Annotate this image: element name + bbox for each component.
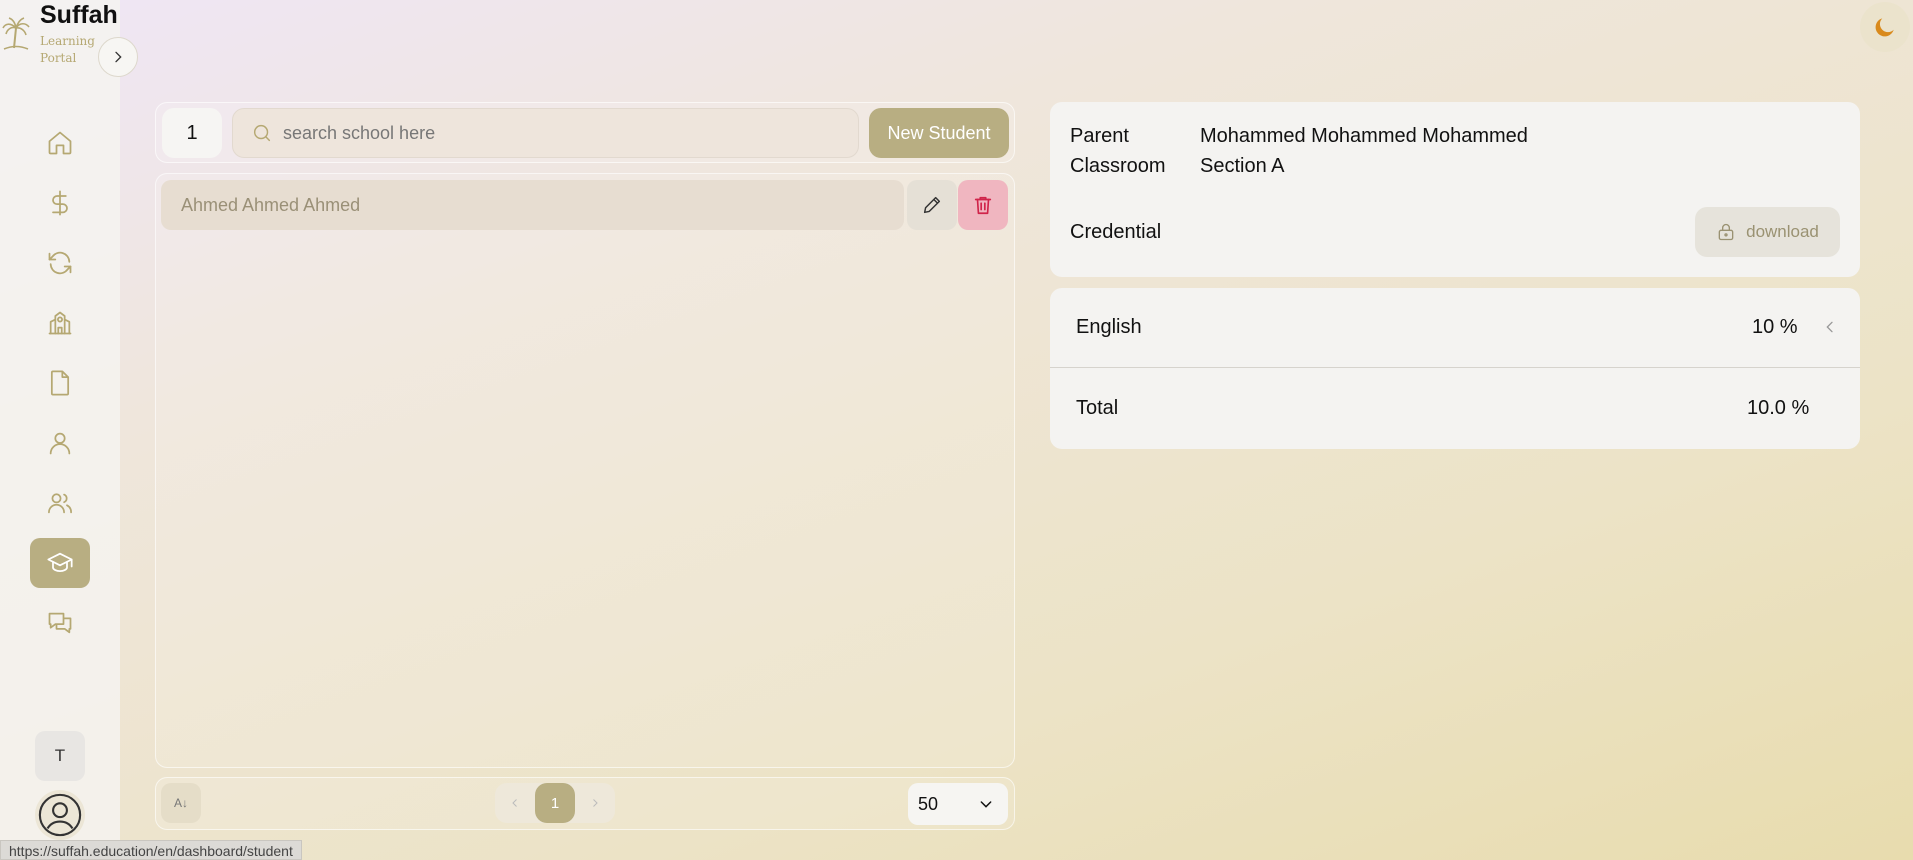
chevron-right-icon — [593, 799, 598, 807]
graduation-cap-icon — [47, 552, 73, 573]
previous-page-button[interactable] — [501, 789, 529, 817]
grade-subject: English — [1076, 316, 1142, 338]
total-label: Total — [1076, 397, 1119, 419]
status-bar-url: https://suffah.education/en/dashboard/st… — [0, 840, 302, 860]
avatar[interactable] — [35, 790, 85, 840]
sidebar: Suffah Learning Portal T — [0, 0, 120, 860]
sidebar-item-documents[interactable] — [30, 358, 90, 408]
moon-icon — [1875, 18, 1894, 37]
sort-label: A↓ — [173, 796, 188, 810]
sidebar-toggle-button[interactable] — [98, 37, 138, 77]
page-number-button[interactable]: 1 — [535, 783, 575, 823]
search-icon — [253, 124, 271, 142]
users-icon — [48, 493, 72, 514]
user-icon — [49, 432, 71, 455]
theme-toggle-button[interactable] — [1860, 2, 1910, 52]
palm-tree-logo-icon — [2, 17, 30, 50]
next-page-button[interactable] — [581, 789, 609, 817]
new-student-button[interactable]: New Student — [869, 108, 1009, 158]
per-page-select[interactable]: 50 — [908, 783, 1008, 825]
chevron-left-icon — [512, 799, 517, 807]
classroom-label: Classroom — [1070, 155, 1166, 177]
edit-button[interactable] — [907, 180, 957, 230]
trash-icon — [974, 196, 992, 215]
sidebar-item-schools[interactable] — [30, 298, 90, 348]
sidebar-item-students[interactable] — [30, 538, 90, 588]
credential-label: Credential — [1070, 221, 1162, 243]
pencil-icon — [923, 196, 941, 214]
sidebar-item-user[interactable] — [30, 418, 90, 468]
tenant-switch-button[interactable]: T — [35, 731, 85, 781]
brand-name: Suffah — [40, 1, 118, 29]
dollar-icon — [52, 190, 68, 216]
pagination: 1 — [495, 783, 615, 823]
total-value: 10.0 % — [1747, 397, 1810, 419]
sidebar-item-finance[interactable] — [30, 178, 90, 228]
chevron-left-icon — [1826, 321, 1833, 333]
per-page-value: 50 — [918, 793, 939, 814]
sort-button[interactable]: A↓ — [161, 783, 201, 823]
search-field[interactable] — [232, 108, 859, 158]
chevron-down-icon — [980, 801, 992, 808]
search-input[interactable] — [283, 122, 843, 144]
chevron-right-icon — [115, 51, 122, 63]
parent-label: Parent — [1070, 125, 1129, 147]
classroom-value: Section A — [1200, 155, 1285, 177]
sidebar-item-home[interactable] — [30, 118, 90, 168]
brand-subtitle: Learning Portal — [40, 34, 95, 65]
result-count: 1 — [162, 108, 222, 158]
sidebar-item-messages[interactable] — [30, 598, 90, 648]
school-icon — [48, 311, 72, 335]
download-label: download — [1746, 222, 1819, 241]
lock-icon — [1718, 223, 1734, 241]
grade-value: 10 % — [1752, 316, 1798, 338]
sidebar-item-users[interactable] — [30, 478, 90, 528]
download-button[interactable]: download — [1695, 207, 1840, 257]
parent-value: Mohammed Mohammed Mohammed — [1200, 125, 1528, 147]
student-list — [155, 173, 1015, 768]
sidebar-item-sync[interactable] — [30, 238, 90, 288]
user-circle-icon — [38, 793, 82, 837]
document-icon — [50, 370, 70, 396]
refresh-icon — [48, 251, 72, 275]
grades-card: English 10 % Total 10.0 % — [1050, 288, 1860, 449]
delete-button[interactable] — [958, 180, 1008, 230]
home-icon — [48, 131, 72, 155]
grade-row[interactable]: English 10 % — [1050, 288, 1860, 368]
messages-icon — [48, 612, 72, 634]
total-row: Total 10.0 % — [1050, 369, 1860, 449]
list-item[interactable]: Ahmed Ahmed Ahmed — [161, 180, 904, 230]
